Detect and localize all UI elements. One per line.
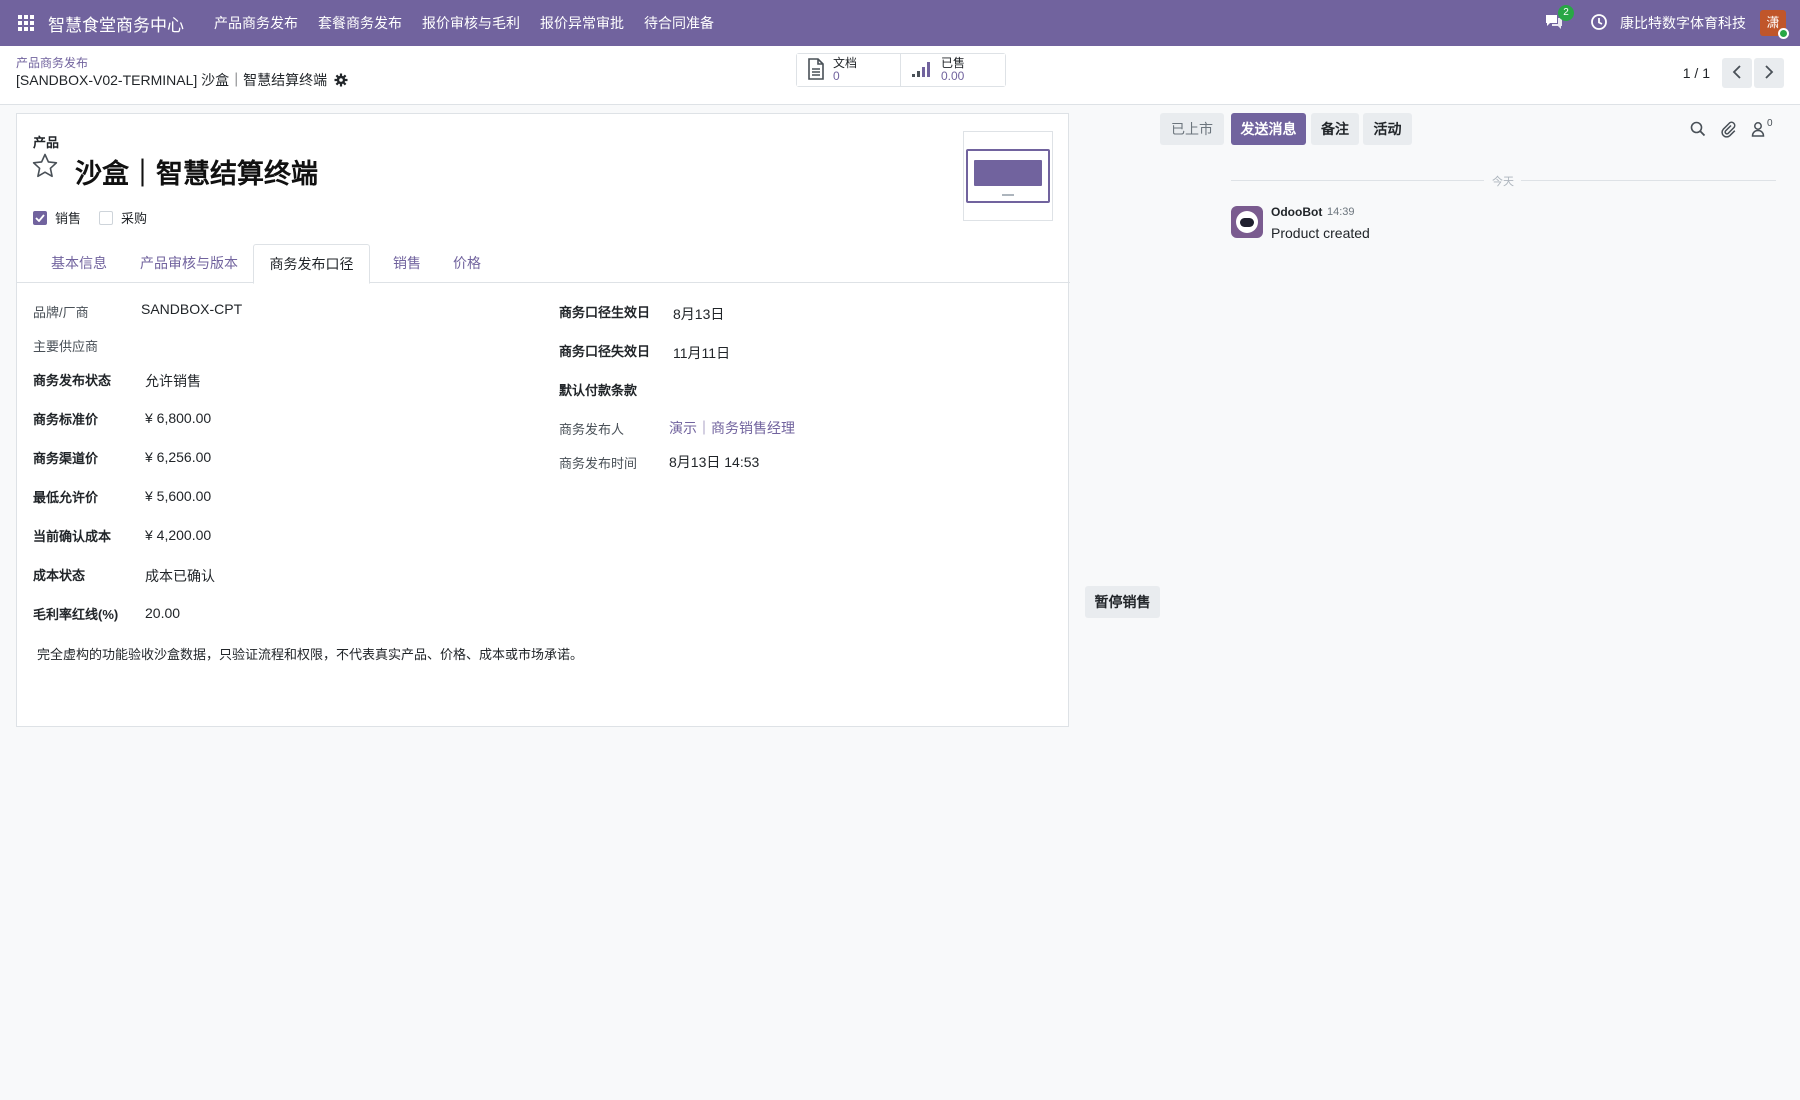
form-tabs: 基本信息 产品审核与版本 商务发布口径 销售 价格: [17, 244, 1070, 284]
pause-sale-button[interactable]: 暂停销售: [1085, 586, 1160, 618]
pager-value[interactable]: 1 / 1: [1683, 65, 1710, 81]
menu-item-product-release[interactable]: 产品商务发布: [204, 13, 308, 33]
odoobot-avatar[interactable]: [1231, 206, 1263, 238]
pager: 1 / 1: [1683, 58, 1784, 88]
chat-badge: 2: [1558, 5, 1574, 21]
top-navbar: 智慧食堂商务中心 产品商务发布 套餐商务发布 报价审核与毛利 报价异常审批 待合…: [0, 0, 1800, 46]
message-author[interactable]: OdooBot: [1271, 205, 1322, 219]
menu-item-quote-review[interactable]: 报价审核与毛利: [412, 13, 530, 33]
main-menu: 产品商务发布 套餐商务发布 报价审核与毛利 报价异常审批 待合同准备: [204, 13, 724, 33]
field-value-release-state[interactable]: 允许销售: [145, 371, 201, 391]
field-label-standard-price: 商务标准价: [33, 412, 99, 427]
documents-smart-button[interactable]: 文档 0: [797, 54, 901, 86]
field-label-brand: 品牌/厂商: [33, 305, 89, 320]
smart-buttons: 文档 0 已售 0.00: [796, 53, 1006, 87]
checkbox-unchecked: [99, 210, 114, 225]
message-time: 14:39: [1327, 206, 1355, 218]
field-label-channel-price: 商务渠道价: [33, 451, 99, 466]
status-listed[interactable]: 已上市: [1160, 113, 1224, 145]
field-value-min-price[interactable]: ¥ 5,600.00: [145, 488, 211, 504]
sold-smart-button[interactable]: 已售 0.00: [901, 54, 1005, 86]
company-switcher[interactable]: 康比特数字体育科技: [1620, 13, 1746, 33]
message-body: Product created: [1271, 225, 1370, 241]
search-icon[interactable]: [1690, 121, 1708, 139]
field-label-release-state: 商务发布状态: [33, 373, 112, 388]
field-value-publisher[interactable]: 演示｜商务销售经理: [669, 418, 795, 438]
send-message-button[interactable]: 发送消息: [1231, 113, 1306, 145]
document-icon: [807, 57, 825, 83]
menu-item-package-release[interactable]: 套餐商务发布: [308, 13, 412, 33]
apps-menu-icon[interactable]: [18, 14, 36, 32]
gear-icon[interactable]: [334, 73, 348, 87]
tab-price[interactable]: 价格: [441, 244, 493, 283]
field-label-min-price: 最低允许价: [33, 490, 99, 505]
log-note-button[interactable]: 备注: [1311, 113, 1359, 145]
field-value-effective-date[interactable]: 8月13日: [673, 304, 724, 324]
checkbox-checked: [33, 210, 47, 225]
form-sheet: 产品 沙盒｜智慧结算终端 销售 采购 基本信息 产品审核与版本 商务发布口径 销…: [16, 113, 1070, 727]
star-icon[interactable]: [31, 152, 59, 180]
paperclip-icon[interactable]: [1719, 120, 1737, 138]
chat-icon[interactable]: 2: [1544, 5, 1574, 33]
breadcrumb-link[interactable]: 产品商务发布: [16, 54, 88, 71]
chevron-right-icon: [1764, 64, 1774, 82]
online-status-dot: [1778, 28, 1789, 39]
field-label-effective-date: 商务口径生效日: [559, 305, 651, 320]
tab-product-review[interactable]: 产品审核与版本: [131, 244, 247, 283]
product-image[interactable]: [963, 131, 1053, 221]
field-label-publish-time: 商务发布时间: [559, 456, 638, 471]
tab-basic-info[interactable]: 基本信息: [33, 244, 125, 283]
can-be-purchased-label: 采购: [121, 211, 148, 226]
navbar-systray: 2 康比特数字体育科技 潇: [1544, 0, 1800, 46]
field-value-cost-state[interactable]: 成本已确认: [145, 566, 215, 586]
follower-count: 0: [1767, 118, 1773, 129]
field-value-channel-price[interactable]: ¥ 6,256.00: [145, 449, 211, 465]
chevron-left-icon: [1732, 64, 1742, 82]
record-name: [SANDBOX-V02-TERMINAL] 沙盒｜智慧结算终端: [16, 72, 328, 88]
activity-clock-icon[interactable]: [1590, 13, 1610, 33]
terminal-image-icon: [966, 149, 1050, 203]
field-label-expiry-date: 商务口径失效日: [559, 344, 651, 359]
can-be-purchased-checkbox[interactable]: 采购: [99, 208, 147, 227]
date-separator-left: [1231, 180, 1484, 181]
date-separator-right: [1521, 180, 1776, 181]
field-label-payment-terms: 默认付款条款: [559, 383, 638, 398]
field-label-confirmed-cost: 当前确认成本: [33, 529, 112, 544]
field-value-standard-price[interactable]: ¥ 6,800.00: [145, 410, 211, 426]
field-label-publisher: 商务发布人: [559, 422, 625, 437]
documents-value: 0: [833, 69, 840, 83]
menu-item-contract-prep[interactable]: 待合同准备: [634, 13, 724, 33]
field-value-margin-redline[interactable]: 20.00: [145, 605, 180, 621]
field-value-brand[interactable]: SANDBOX-CPT: [141, 301, 242, 317]
date-separator-label: 今天: [1492, 176, 1514, 188]
breadcrumb-current: [SANDBOX-V02-TERMINAL] 沙盒｜智慧结算终端: [16, 70, 348, 90]
pager-next-button[interactable]: [1754, 58, 1784, 88]
sandbox-note: 完全虚构的功能验收沙盒数据，只验证流程和权限，不代表真实产品、价格、成本或市场承…: [37, 647, 584, 662]
can-be-sold-checkbox[interactable]: 销售: [33, 208, 81, 227]
activity-button[interactable]: 活动: [1363, 113, 1412, 145]
field-value-expiry-date[interactable]: 11月11日: [673, 343, 730, 363]
pager-previous-button[interactable]: [1722, 58, 1752, 88]
app-brand[interactable]: 智慧食堂商务中心: [48, 11, 184, 36]
avatar-initial: 潇: [1766, 15, 1780, 30]
field-label-cost-state: 成本状态: [33, 568, 86, 583]
can-be-sold-label: 销售: [55, 211, 82, 226]
product-title[interactable]: 沙盒｜智慧结算终端: [75, 152, 318, 191]
tab-release-scope[interactable]: 商务发布口径: [253, 244, 370, 284]
sold-value: 0.00: [941, 69, 965, 83]
field-value-publish-time[interactable]: 8月13日 14:53: [669, 452, 759, 472]
signal-bars-icon: [911, 60, 933, 81]
field-label-main-vendor: 主要供应商: [33, 339, 99, 354]
tab-sales[interactable]: 销售: [381, 244, 433, 283]
field-label-margin-redline: 毛利率红线(%): [33, 607, 119, 622]
product-checkboxes: 销售 采购: [33, 208, 165, 227]
product-type-label: 产品: [33, 135, 60, 150]
menu-item-quote-exception[interactable]: 报价异常审批: [530, 13, 634, 33]
field-value-confirmed-cost[interactable]: ¥ 4,200.00: [145, 527, 211, 543]
control-panel: 产品商务发布 [SANDBOX-V02-TERMINAL] 沙盒｜智慧结算终端 …: [0, 46, 1800, 105]
user-avatar[interactable]: 潇: [1760, 10, 1789, 39]
